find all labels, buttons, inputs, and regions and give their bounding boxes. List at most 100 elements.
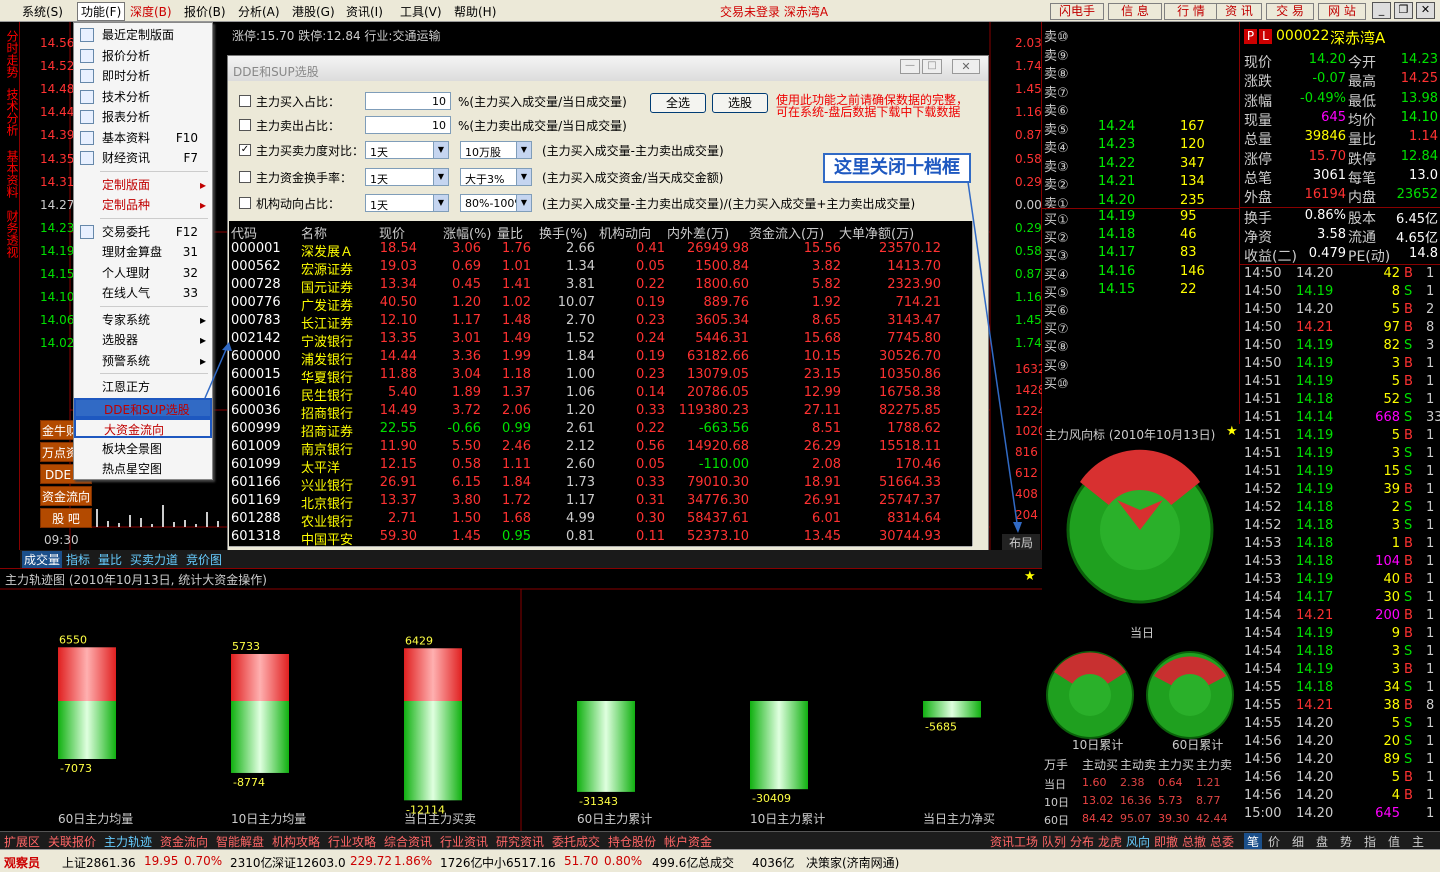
- website-button[interactable]: 网 站: [1318, 3, 1366, 20]
- tab-force[interactable]: 买卖力道: [130, 551, 178, 568]
- menu-item-17[interactable]: DDE和SUP选股: [74, 397, 212, 418]
- footer-tab-5[interactable]: 机构攻略: [272, 833, 320, 850]
- footer-right-tab-6[interactable]: 总撤: [1182, 833, 1206, 850]
- menu-item-4[interactable]: 报表分析: [74, 107, 212, 127]
- info-button[interactable]: 信 息: [1108, 3, 1162, 20]
- checkbox-4[interactable]: [239, 197, 251, 209]
- footer-tab-4[interactable]: 智能解盘: [216, 833, 264, 850]
- select-all-button[interactable]: 全选: [650, 93, 706, 113]
- quote-tab-0[interactable]: 笔: [1244, 833, 1263, 850]
- trade-button[interactable]: 交 易: [1266, 3, 1314, 20]
- checkbox-2[interactable]: ✓: [239, 144, 251, 156]
- menu-tools[interactable]: 工具(V): [400, 3, 442, 20]
- table-row[interactable]: 601099 太平洋 12.15 0.58 1.11 2.60 0.05 -110.00 2.0…: [229, 457, 972, 476]
- news-button[interactable]: 资 讯: [1216, 3, 1262, 20]
- fund-flow-button[interactable]: 资金流向: [40, 486, 92, 506]
- quote-tab-5[interactable]: 指: [1364, 833, 1376, 850]
- footer-tab-11[interactable]: 持仓股份: [608, 833, 656, 850]
- footer-tab-7[interactable]: 综合资讯: [384, 833, 432, 850]
- table-row[interactable]: 600015 华夏银行 11.88 3.04 1.18 1.00 0.23 13079.05 2…: [229, 367, 972, 386]
- footer-tab-6[interactable]: 行业攻略: [328, 833, 376, 850]
- column-header[interactable]: 涨幅(%): [443, 223, 492, 242]
- menu-item-5[interactable]: 基本资料 F10: [74, 128, 212, 148]
- column-header[interactable]: 内外差(万): [667, 223, 729, 242]
- footer-right-tab-2[interactable]: 分布: [1070, 833, 1094, 850]
- checkbox-0[interactable]: [239, 95, 251, 107]
- menu-item-9[interactable]: 交易委托 F12: [74, 222, 212, 242]
- quote-tab-4[interactable]: 势: [1340, 833, 1352, 850]
- table-row[interactable]: 601009 南京银行 11.90 5.50 2.46 2.12 0.56 14920.68 2…: [229, 439, 972, 458]
- tab-fundamentals[interactable]: 基本资料: [2, 150, 19, 198]
- tab-auction[interactable]: 竞价图: [186, 551, 222, 568]
- footer-tab-8[interactable]: 行业资讯: [440, 833, 488, 850]
- period-select[interactable]: 1天 ▼: [365, 141, 449, 159]
- threshold-select[interactable]: 80%-100% ▼: [460, 194, 532, 212]
- quote-tab-3[interactable]: 盘: [1316, 833, 1328, 850]
- tab-volume[interactable]: 成交量: [22, 551, 63, 568]
- table-row[interactable]: 601169 北京银行 13.37 3.80 1.72 1.17 0.31 34776.30 2…: [229, 493, 972, 512]
- menu-system[interactable]: 系统(S): [22, 3, 63, 20]
- menu-news[interactable]: 资讯(I): [346, 3, 383, 20]
- table-vscroll[interactable]: [972, 221, 988, 546]
- tab-technical[interactable]: 技术分析: [2, 88, 19, 136]
- dialog-minimize-icon[interactable]: —: [900, 59, 920, 74]
- minimize-icon[interactable]: _: [1372, 2, 1391, 19]
- menu-item-15[interactable]: 预警系统 ▸: [74, 351, 212, 371]
- restore-icon[interactable]: ❐: [1394, 2, 1413, 19]
- stock-forum-button[interactable]: 股 吧: [40, 508, 92, 528]
- dropdown-arrow-icon[interactable]: ▼: [433, 169, 448, 185]
- threshold-select[interactable]: 大于3% ▼: [460, 168, 532, 186]
- footer-tab-10[interactable]: 委托成交: [552, 833, 600, 850]
- quote-tab-7[interactable]: 主: [1412, 833, 1424, 850]
- footer-tab-1[interactable]: 关联报价: [48, 833, 96, 850]
- column-header[interactable]: 大单净额(万): [839, 223, 914, 242]
- tab-volume-ratio[interactable]: 量比: [98, 551, 122, 568]
- menu-help[interactable]: 帮助(H): [454, 3, 496, 20]
- checkbox-3[interactable]: [239, 171, 251, 183]
- menu-item-12[interactable]: 在线人气 33: [74, 283, 212, 303]
- table-row[interactable]: 000783 长江证券 12.10 1.17 1.48 2.70 0.23 3605.34 8.…: [229, 313, 972, 332]
- table-row[interactable]: 000001 深发展Ａ 18.54 3.06 1.76 2.66 0.41 26949.98 1…: [229, 241, 972, 260]
- column-header[interactable]: 资金流入(万): [749, 223, 824, 242]
- close-icon[interactable]: ✕: [1416, 2, 1435, 19]
- footer-right-tab-5[interactable]: 即撤: [1154, 833, 1178, 850]
- column-header[interactable]: 代码: [231, 223, 257, 242]
- menu-item-3[interactable]: 技术分析: [74, 87, 212, 107]
- layout-button[interactable]: 布局: [1002, 534, 1040, 550]
- dropdown-arrow-icon[interactable]: ▼: [433, 195, 448, 211]
- period-select[interactable]: 1天 ▼: [365, 168, 449, 186]
- table-row[interactable]: 600000 浦发银行 14.44 3.36 1.99 1.84 0.19 63182.66 1…: [229, 349, 972, 368]
- column-header[interactable]: 机构动向: [599, 223, 651, 242]
- favorite-star-icon[interactable]: ★: [1226, 424, 1238, 439]
- dropdown-arrow-icon[interactable]: ▼: [516, 195, 531, 211]
- table-row[interactable]: 600016 民生银行 5.40 1.89 1.37 1.06 0.14 20786.05 12…: [229, 385, 972, 404]
- column-header[interactable]: 现价: [379, 223, 405, 242]
- quote-tab-1[interactable]: 价: [1268, 833, 1280, 850]
- footer-right-tab-1[interactable]: 队列: [1042, 833, 1066, 850]
- table-row[interactable]: 000776 广发证券 40.50 1.20 1.02 10.07 0.19 889.76 1.…: [229, 295, 972, 314]
- menu-item-13[interactable]: 专家系统 ▸: [74, 310, 212, 330]
- table-row[interactable]: 002142 宁波银行 13.35 3.01 1.49 1.52 0.24 5446.31 15…: [229, 331, 972, 350]
- table-row[interactable]: 601166 兴业银行 26.91 6.15 1.84 1.73 0.33 79010.30 1…: [229, 475, 972, 494]
- menu-item-19[interactable]: 板块全景图: [74, 439, 212, 459]
- menu-analysis[interactable]: 分析(A): [238, 3, 280, 20]
- menu-item-8[interactable]: 定制品种 ▸: [74, 195, 212, 215]
- table-row[interactable]: 601318 中国平安 59.30 1.45 0.95 0.81 0.11 52373.10 1…: [229, 529, 972, 548]
- menu-item-2[interactable]: 即时分析: [74, 66, 212, 86]
- table-row[interactable]: 000562 宏源证券 19.03 0.69 1.01 1.34 0.05 1500.84 3.…: [229, 259, 972, 278]
- criteria-input[interactable]: 10: [365, 116, 451, 134]
- tab-intraday[interactable]: 分时走势: [2, 30, 19, 78]
- footer-tab-2[interactable]: 主力轨迹: [104, 833, 152, 850]
- dropdown-arrow-icon[interactable]: ▼: [516, 169, 531, 185]
- dialog-maximize-icon[interactable]: □: [922, 59, 942, 74]
- column-header[interactable]: 换手(%): [539, 223, 588, 242]
- footer-tab-12[interactable]: 帐户资金: [664, 833, 712, 850]
- quote-tab-6[interactable]: 值: [1388, 833, 1400, 850]
- menu-item-7[interactable]: 定制版面 ▸: [74, 175, 212, 195]
- table-row[interactable]: 000728 国元证券 13.34 0.45 1.41 3.81 0.22 1800.60 5.…: [229, 277, 972, 296]
- dropdown-arrow-icon[interactable]: ▼: [433, 142, 448, 158]
- footer-right-tab-3[interactable]: 龙虎: [1098, 833, 1122, 850]
- criteria-input[interactable]: 10: [365, 92, 451, 110]
- menu-item-18[interactable]: 大资金流向: [74, 418, 212, 438]
- footer-tab-0[interactable]: 扩展区: [4, 833, 40, 850]
